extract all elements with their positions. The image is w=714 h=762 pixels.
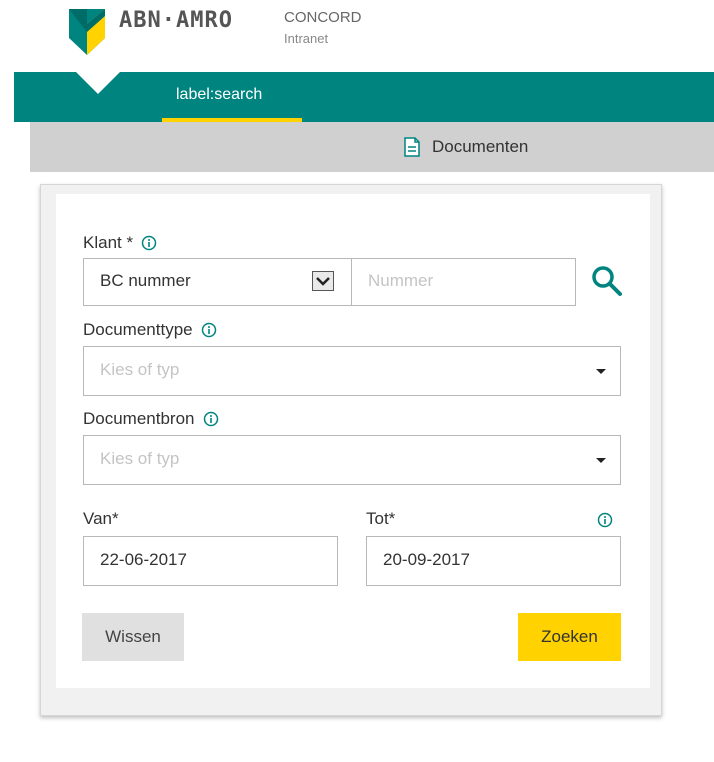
nav-notch bbox=[76, 72, 120, 94]
klant-label: Klant * bbox=[83, 233, 134, 252]
brand-name: ABN·AMRO bbox=[119, 8, 233, 33]
tot-label: Tot* bbox=[366, 509, 396, 528]
documenttype-select[interactable]: Kies of typ bbox=[83, 346, 621, 396]
app-subtitle: Intranet bbox=[284, 31, 329, 46]
clear-button[interactable]: Wissen bbox=[82, 613, 184, 661]
documentbron-label-row: Documentbron bbox=[83, 409, 219, 429]
documentbron-placeholder: Kies of typ bbox=[100, 449, 180, 468]
search-icon[interactable] bbox=[590, 264, 624, 298]
documents-label: Documenten bbox=[432, 137, 529, 156]
abn-amro-shield-icon bbox=[69, 9, 105, 55]
customer-id-type-value: BC nummer bbox=[100, 271, 191, 290]
page-header: ABN·AMRO CONCORD Intranet bbox=[0, 0, 714, 72]
date-from-value: 22-06-2017 bbox=[100, 550, 187, 569]
documenttype-placeholder: Kies of typ bbox=[100, 360, 180, 379]
documenttype-label-row: Documenttype bbox=[83, 320, 217, 340]
app-name: CONCORD bbox=[284, 9, 362, 26]
document-icon bbox=[404, 137, 420, 157]
customer-number-placeholder: Nummer bbox=[368, 271, 434, 290]
documenttype-label: Documenttype bbox=[83, 320, 193, 339]
chevron-down-icon bbox=[316, 277, 330, 286]
customer-number-input[interactable]: Nummer bbox=[351, 258, 576, 306]
search-button[interactable]: Zoeken bbox=[518, 613, 621, 661]
info-icon[interactable] bbox=[203, 411, 219, 427]
customer-id-type-dropdown-button[interactable] bbox=[312, 271, 334, 291]
documents-link[interactable]: Documenten bbox=[404, 134, 528, 160]
tab-search-label: label:search bbox=[176, 86, 263, 103]
caret-down-icon bbox=[596, 369, 606, 374]
date-to-input[interactable]: 20-09-2017 bbox=[366, 536, 621, 586]
info-icon[interactable] bbox=[141, 235, 157, 251]
info-icon[interactable] bbox=[597, 512, 613, 528]
tab-search[interactable]: label:search bbox=[162, 72, 302, 122]
info-icon[interactable] bbox=[201, 322, 217, 338]
van-label: Van* bbox=[83, 509, 119, 528]
date-from-input[interactable]: 22-06-2017 bbox=[83, 536, 338, 586]
caret-down-icon bbox=[596, 458, 606, 463]
sub-nav-bar bbox=[30, 122, 714, 172]
date-to-value: 20-09-2017 bbox=[383, 550, 470, 569]
documentbron-select[interactable]: Kies of typ bbox=[83, 435, 621, 485]
klant-label-row: Klant * bbox=[83, 233, 157, 253]
documentbron-label: Documentbron bbox=[83, 409, 195, 428]
